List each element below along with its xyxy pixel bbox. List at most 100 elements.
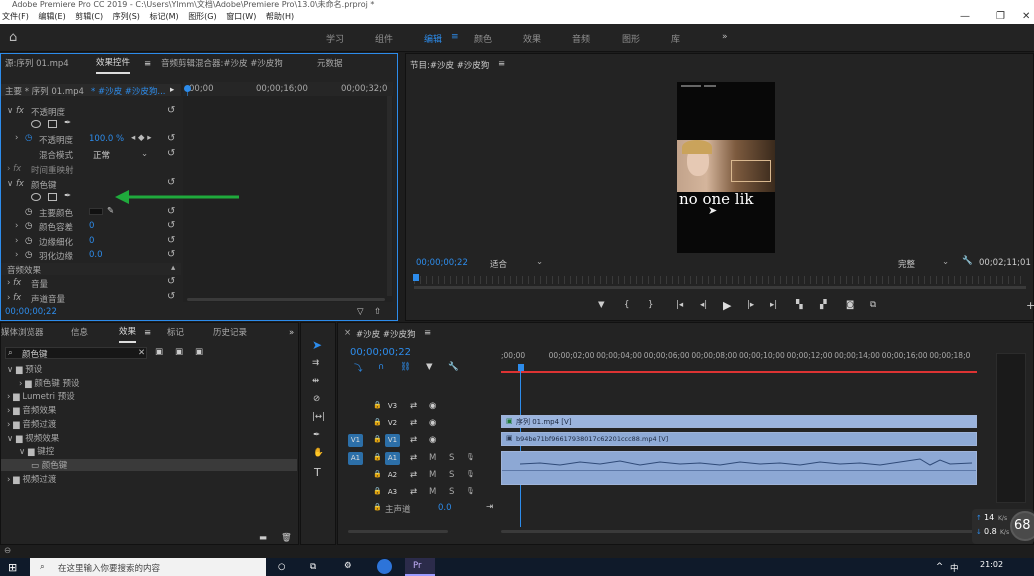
reset-icon[interactable]: ↺ <box>167 106 177 116</box>
effects-tree-item[interactable]: ∨ ▆ 预设 <box>7 363 42 375</box>
effects-tree-item[interactable]: › ▆ 音频过渡 <box>7 418 56 430</box>
lock-icon[interactable]: 🔒 <box>373 401 382 409</box>
source-patch-a1[interactable]: A1 <box>348 452 363 465</box>
pen-tool-icon[interactable]: ✒ <box>313 430 320 440</box>
stopwatch-icon[interactable]: ◷ <box>25 250 32 260</box>
chevron-down-icon[interactable]: ⌄ <box>942 257 949 267</box>
work-area-bar[interactable] <box>501 371 977 373</box>
tab-media-browser[interactable]: 媒体浏览器 <box>1 323 44 343</box>
play-only-icon[interactable]: ▸ <box>170 85 174 95</box>
workspace-audio[interactable]: 音频 <box>572 32 590 45</box>
lock-icon[interactable]: 🔒 <box>373 470 382 478</box>
track-select-tool-icon[interactable]: ⇉ <box>312 358 319 368</box>
lock-icon[interactable]: 🔒 <box>373 418 382 426</box>
timeline-timecode[interactable]: 00;00;00;22 <box>350 347 411 358</box>
blend-mode-select[interactable]: 正常 <box>93 149 110 161</box>
microphone-icon[interactable]: 🎙 <box>466 487 475 495</box>
color-key-toggle-icon[interactable]: ∨ fx <box>7 179 24 189</box>
expand-icon[interactable]: › <box>15 133 18 143</box>
tab-effect-controls[interactable]: 效果控件 <box>96 54 131 74</box>
type-tool-icon[interactable]: T <box>314 466 321 479</box>
32bit-effects-icon[interactable]: ▣ <box>175 347 183 357</box>
nest-icon[interactable]: ⤵ <box>354 362 363 374</box>
effects-tree-item[interactable]: ∨ ▆ 视频效果 <box>7 432 59 444</box>
tray-expand-icon[interactable]: ^ <box>936 562 943 572</box>
clip-v1[interactable]: ▣ b94be71bf96617938017c62201ccc88.mp4 [V… <box>501 432 977 446</box>
stopwatch-icon[interactable]: ◷ <box>25 207 32 217</box>
track-target-v2[interactable]: V2 <box>385 417 400 430</box>
more-panels-icon[interactable]: » <box>289 323 294 343</box>
effects-tree-item[interactable]: › ▆ 视频过渡 <box>7 473 56 485</box>
chevron-down-icon[interactable]: ∨ <box>19 447 28 457</box>
step-back-icon[interactable]: ◂| <box>700 300 707 310</box>
keyframe-nav-icon[interactable]: ◂ ◆ ▸ <box>131 133 151 143</box>
comparison-view-icon[interactable]: ⧉ <box>870 300 876 310</box>
timeline-ruler[interactable]: ;00;00 00;00;02;00 00;00;04;00 00;00;06;00 0… <box>501 351 977 365</box>
razor-tool-icon[interactable]: ⊘ <box>313 394 320 404</box>
export-icon[interactable]: ⇧ <box>374 307 381 317</box>
chevron-down-icon[interactable]: ∨ <box>7 434 16 444</box>
play-icon[interactable]: ▶ <box>723 299 731 312</box>
add-button-icon[interactable]: + <box>1026 299 1034 312</box>
clip-target[interactable]: * #沙皮 #沙皮狗... <box>91 85 166 97</box>
reset-icon[interactable]: ↺ <box>167 292 177 302</box>
menu-sequence[interactable]: 序列(S) <box>113 12 140 21</box>
microphone-icon[interactable]: 🎙 <box>466 453 475 461</box>
mark-in-icon[interactable]: { <box>624 300 629 310</box>
tolerance-value[interactable]: 0 <box>89 221 94 231</box>
tab-metadata[interactable]: 元数据 <box>317 54 343 74</box>
extract-icon[interactable]: ▞ <box>820 300 827 310</box>
chevron-down-icon[interactable]: ⌄ <box>536 257 543 267</box>
clip-a1[interactable] <box>501 451 977 485</box>
snap-icon[interactable]: ∩ <box>378 362 384 372</box>
task-view-icon[interactable]: ⧉ <box>310 562 316 572</box>
step-forward-icon[interactable]: |▸ <box>747 300 754 310</box>
maximize-icon[interactable]: ❐ <box>996 9 1005 24</box>
tab-effects[interactable]: 效果 <box>119 323 137 343</box>
reset-icon[interactable]: ↺ <box>167 149 177 159</box>
workspace-learn[interactable]: 学习 <box>326 32 344 45</box>
timeline-zoom-scroll[interactable] <box>501 530 977 533</box>
program-zoom-bar[interactable] <box>414 286 1026 289</box>
clear-search-icon[interactable]: ✕ <box>138 348 145 358</box>
go-to-in-icon[interactable]: |◂ <box>676 300 683 310</box>
reset-icon[interactable]: ↺ <box>167 221 177 231</box>
mark-out-icon[interactable]: } <box>648 300 653 310</box>
close-tab-icon[interactable]: × <box>344 328 351 338</box>
tab-source[interactable]: 源:序列 01.mp4 <box>5 54 69 74</box>
stopwatch-icon[interactable]: ◷ <box>25 133 32 143</box>
new-bin-icon[interactable]: ▬ <box>259 533 267 543</box>
solo-button[interactable]: S <box>449 453 454 463</box>
sync-lock-icon[interactable]: ⇄ <box>410 418 417 428</box>
lock-icon[interactable]: 🔒 <box>373 487 382 495</box>
track-target-v1[interactable]: V1 <box>385 434 400 447</box>
add-marker-icon[interactable]: ▼ <box>426 362 433 372</box>
workspace-color[interactable]: 颜色 <box>474 32 492 45</box>
expand-icon[interactable]: › <box>15 236 18 246</box>
workspace-graphics[interactable]: 图形 <box>622 32 640 45</box>
accelerated-effects-icon[interactable]: ▣ <box>155 347 163 357</box>
reset-icon[interactable]: ↺ <box>167 250 177 260</box>
reset-icon[interactable]: ↺ <box>167 134 177 144</box>
settings-wrench-icon[interactable]: 🔧 <box>962 256 973 266</box>
effects-tree-item[interactable]: › ▆ Lumetri 预设 <box>7 390 75 402</box>
rectangle-mask-icon[interactable] <box>48 120 57 128</box>
source-patch-v1[interactable]: V1 <box>348 434 363 447</box>
taskbar-search-box[interactable]: ⌕ 在这里输入你要搜索的内容 <box>30 558 266 576</box>
clip-v2[interactable]: ▣ 序列 01.mp4 [V] <box>501 415 977 428</box>
workspace-more-button[interactable]: » <box>722 32 728 42</box>
workspace-editing[interactable]: 编辑 <box>424 32 442 45</box>
effects-tree-item[interactable]: › ▆ 颜色键 预设 <box>19 377 80 389</box>
reset-icon[interactable]: ↺ <box>167 178 177 188</box>
sync-lock-icon[interactable]: ⇄ <box>410 401 417 411</box>
go-to-out-icon[interactable]: ▸| <box>770 300 777 310</box>
taskbar-search-placeholder[interactable]: 在这里输入你要搜索的内容 <box>58 562 160 574</box>
selection-tool-icon[interactable]: ➤ <box>312 338 322 352</box>
ripple-edit-tool-icon[interactable]: ⇹ <box>312 376 319 386</box>
workspace-menu-icon[interactable]: ≡ <box>451 32 459 42</box>
channel-volume-toggle-icon[interactable]: › fx <box>7 293 21 303</box>
lift-icon[interactable]: ▚ <box>796 300 803 310</box>
yuv-effects-icon[interactable]: ▣ <box>195 347 203 357</box>
browser-icon[interactable] <box>377 559 392 574</box>
program-ruler[interactable] <box>414 276 1026 284</box>
